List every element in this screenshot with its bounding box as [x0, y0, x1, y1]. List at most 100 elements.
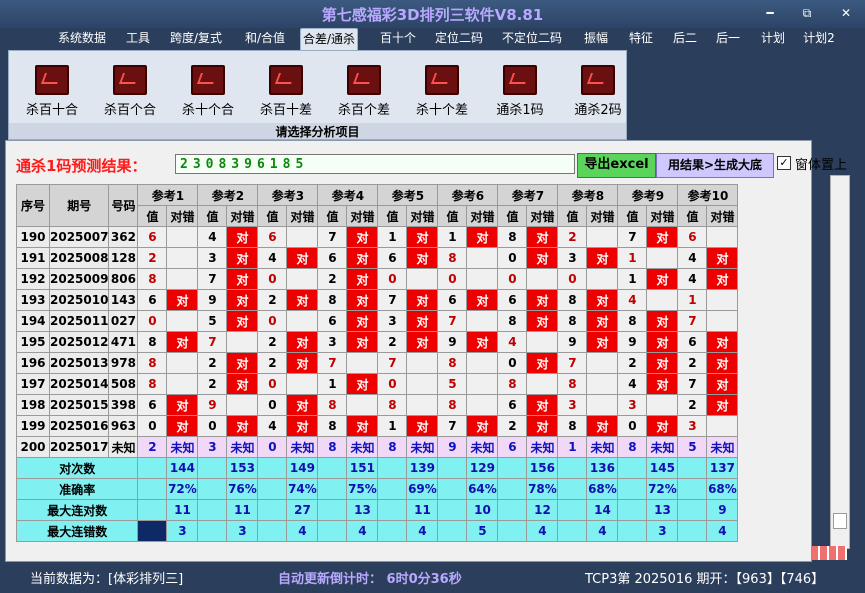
stat-value: 153 [226, 457, 259, 479]
number-cell: 143 [108, 289, 139, 311]
menu-item[interactable]: 特征 [627, 28, 655, 50]
menu-item[interactable]: 计划 [759, 28, 787, 50]
ref-header[interactable]: 参考5 [377, 184, 439, 206]
menu-item[interactable]: 工具 [124, 28, 152, 50]
stat-value: 137 [706, 457, 739, 479]
tool-button[interactable]: 杀百个差 [324, 65, 404, 118]
table-row[interactable]: 192 2025009 806 8 7 对 0 2 对 0 0 0 0 1 对 4 对 [16, 268, 739, 290]
tool-button[interactable]: 通杀1码 [480, 65, 560, 118]
value-cell: 0 [257, 373, 288, 395]
hit-header: 对错 [706, 205, 739, 227]
period-cell: 2025016 [48, 415, 110, 437]
period-cell: 2025008 [48, 247, 110, 269]
ref-header[interactable]: 参考10 [677, 184, 739, 206]
stat-spacer [257, 499, 288, 521]
hit-header: 对错 [346, 205, 379, 227]
value-header: 值 [617, 205, 648, 227]
tool-label: 通杀2码 [574, 103, 622, 118]
hit-cell: 对 [706, 331, 739, 353]
menu-item[interactable]: 计划2 [802, 28, 836, 50]
vertical-scrollbar[interactable] [830, 175, 850, 549]
generate-base-button[interactable]: 用结果>生成大底 [656, 153, 774, 178]
stat-spacer [137, 478, 168, 500]
stat-spacer [317, 478, 348, 500]
table-row[interactable]: 190 2025007 362 6 4 对 6 7 对 1 对 1 对 8 对 2 7 对 6 [16, 226, 739, 248]
predicted-value-cell: 8 [617, 436, 648, 458]
hit-cell: 对 [346, 373, 379, 395]
ref-header[interactable]: 参考2 [197, 184, 259, 206]
ref-header[interactable]: 参考8 [557, 184, 619, 206]
prediction-row[interactable]: 200 2025017 未知 2 未知 3 未知 0 未知 8 未知 8 未知 9 未知 6 未知 1 未知 8 未知 5… [16, 436, 739, 458]
value-cell: 1 [317, 373, 348, 395]
menu-item[interactable]: 合差/通杀 [300, 28, 358, 51]
value-cell: 2 [377, 331, 408, 353]
hit-cell [346, 352, 379, 374]
value-cell: 8 [497, 373, 528, 395]
value-cell: 1 [617, 247, 648, 269]
menu-item[interactable]: 后一 [714, 28, 742, 50]
ref-header[interactable]: 参考9 [617, 184, 679, 206]
tool-button[interactable]: 杀十个差 [402, 65, 482, 118]
hit-cell: 对 [286, 415, 319, 437]
minimize-button[interactable]: ━ [760, 6, 780, 20]
menu-item[interactable]: 跨度/复式 [168, 28, 224, 50]
menu-item[interactable]: 定位二码 [434, 28, 484, 50]
table-row[interactable]: 191 2025008 128 2 3 对 4 对 6 对 6 对 8 0 对 3 对 1 4 对 [16, 247, 739, 269]
table-row[interactable]: 199 2025016 963 0 对 0 对 4 对 8 对 1 对 7 对 2 对 8 对 0 对 3 [16, 415, 739, 437]
title-bar: 第七感福彩3D排列三软件V8.81 ━ ⧉ ✕ [0, 0, 865, 28]
table-row[interactable]: 196 2025013 978 8 2 对 2 对 7 7 8 0 对 7 2 对 2 对 [16, 352, 739, 374]
value-cell: 3 [677, 415, 708, 437]
menu-item[interactable]: 振幅 [582, 28, 610, 50]
value-cell: 1 [377, 415, 408, 437]
tool-label: 杀百十合 [25, 103, 78, 118]
tool-button[interactable]: 通杀2码 [558, 65, 638, 118]
predicted-value-cell: 9 [437, 436, 468, 458]
hit-cell: 对 [466, 331, 499, 353]
menu-item[interactable]: 系统数据 [56, 28, 108, 50]
data-source-status: 当前数据为：[体彩排列三] [30, 572, 184, 587]
tool-button[interactable]: 杀十个合 [168, 65, 248, 118]
menu-item[interactable]: 和/合值 [243, 28, 287, 50]
table-row[interactable]: 197 2025014 508 8 2 对 0 1 对 0 5 8 8 4 对 7 对 [16, 373, 739, 395]
menu-item[interactable]: 百十个 [378, 28, 418, 50]
seq-cell: 198 [16, 394, 50, 416]
tool-button[interactable]: 杀百十合 [12, 65, 92, 118]
tool-button[interactable]: 杀百个合 [90, 65, 170, 118]
ref-header[interactable]: 参考7 [497, 184, 559, 206]
seq-cell: 195 [16, 331, 50, 353]
ref-header[interactable]: 参考4 [317, 184, 379, 206]
hit-cell: 对 [586, 289, 619, 311]
hit-cell [466, 310, 499, 332]
menu-item[interactable]: 后二 [671, 28, 699, 50]
tool-button[interactable]: 杀百十差 [246, 65, 326, 118]
stat-value: 64% [466, 478, 499, 500]
scroll-thumb[interactable] [833, 513, 847, 529]
table-row[interactable]: 193 2025010 143 6 对 9 对 2 对 8 对 7 对 6 对 6 对 8 对 4 1 [16, 289, 739, 311]
ref-header[interactable]: 参考6 [437, 184, 499, 206]
result-field[interactable]: 2308396185 [175, 154, 575, 174]
seq-cell: 194 [16, 310, 50, 332]
stat-value: 151 [346, 457, 379, 479]
stay-on-top-checkbox[interactable]: ✓ [777, 156, 791, 170]
table-row[interactable]: 195 2025012 471 8 对 7 2 对 3 对 2 对 9 对 4 9 对 9 对 6 对 [16, 331, 739, 353]
export-excel-button[interactable]: 导出excel [577, 153, 656, 178]
value-header: 值 [197, 205, 228, 227]
close-button[interactable]: ✕ [836, 6, 856, 20]
maximize-button[interactable]: ⧉ [797, 6, 817, 21]
value-cell: 1 [677, 289, 708, 311]
chart-icon [425, 65, 459, 95]
stat-spacer [137, 499, 168, 521]
menu-item[interactable]: 不定位二码 [501, 28, 563, 50]
value-cell: 8 [497, 310, 528, 332]
value-cell: 8 [497, 226, 528, 248]
stat-spacer [317, 520, 348, 542]
stat-spacer [197, 499, 228, 521]
value-cell: 5 [197, 310, 228, 332]
stat-value: 144 [166, 457, 199, 479]
hit-cell [586, 352, 619, 374]
ref-header[interactable]: 参考1 [137, 184, 199, 206]
stat-row: 对次数 144 153 149 151 139 129 156 136 145 137 [15, 457, 739, 479]
ref-header[interactable]: 参考3 [257, 184, 319, 206]
table-row[interactable]: 198 2025015 398 6 对 9 0 对 8 8 8 6 对 3 3 2 对 [16, 394, 739, 416]
table-row[interactable]: 194 2025011 027 0 5 对 0 6 对 3 对 7 8 对 8 对 8 对 7 [16, 310, 739, 332]
